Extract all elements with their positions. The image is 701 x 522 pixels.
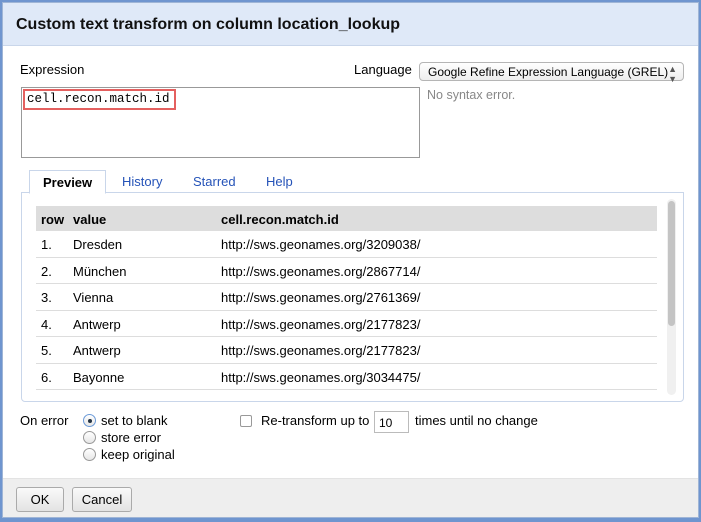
on-error-label: On error [20, 413, 69, 428]
row-value: Antwerp [73, 343, 121, 358]
language-selected: Google Refine Expression Language (GREL) [428, 65, 669, 79]
row-result: http://sws.geonames.org/2761369/ [221, 290, 421, 305]
retransform-suffix: times until no change [415, 413, 538, 428]
scrollbar-thumb[interactable] [668, 201, 675, 326]
row-result: http://sws.geonames.org/3034475/ [221, 369, 421, 385]
radio-keep-original[interactable] [83, 448, 96, 461]
row-result: http://sws.geonames.org/3209038/ [221, 237, 421, 252]
syntax-status: No syntax error. [427, 88, 516, 102]
option-set-to-blank: set to blank [101, 413, 168, 428]
row-result: http://sws.geonames.org/2867714/ [221, 263, 421, 279]
dialog-title: Custom text transform on column location… [16, 16, 401, 33]
radio-set-to-blank[interactable] [83, 414, 96, 427]
preview-table: row value cell.recon.match.id 1. Dresden h… [36, 206, 657, 390]
radio-store-error[interactable] [83, 431, 96, 444]
tab-help[interactable]: Help [266, 170, 293, 194]
dialog-footer: OK Cancel [3, 478, 698, 517]
language-label: Language [354, 62, 412, 77]
table-row: 2. München http://sws.geonames.org/2867714… [36, 258, 657, 284]
header-value: value [73, 212, 107, 227]
table-row: 4. Antwerp http://sws.geonames.org/2177823… [36, 311, 657, 337]
row-value: Bayonne [73, 369, 125, 385]
row-result: http://sws.geonames.org/2177823/ [221, 316, 421, 332]
table-row: 3. Vienna http://sws.geonames.org/2761369/ [36, 284, 657, 311]
row-value: Antwerp [73, 316, 121, 332]
table-row: 5. Antwerp http://sws.geonames.org/2177823… [36, 337, 657, 364]
language-select[interactable]: Google Refine Expression Language (GREL)… [419, 62, 684, 84]
row-number: 2. [41, 263, 52, 279]
table-row: 6. Bayonne http://sws.geonames.org/3034475… [36, 364, 657, 390]
dialog-header: Custom text transform on column location… [3, 3, 698, 46]
row-value: München [73, 263, 127, 279]
table-row: 1. Dresden http://sws.geonames.org/3209038… [36, 231, 657, 258]
row-number: 5. [41, 343, 52, 358]
row-value: Dresden [73, 237, 123, 252]
preview-panel: row value cell.recon.match.id 1. Dresden h… [21, 192, 684, 402]
expression-text: cell.recon.match.id [23, 89, 176, 110]
select-arrows-icon: ▲ ▼ [668, 64, 677, 84]
option-store-error: store error [101, 430, 161, 445]
cancel-button[interactable]: Cancel [72, 487, 132, 512]
ok-button[interactable]: OK [16, 487, 64, 512]
row-value: Vienna [73, 290, 114, 305]
header-result: cell.recon.match.id [221, 212, 339, 227]
tab-history[interactable]: History [122, 170, 162, 194]
row-number: 4. [41, 316, 52, 332]
expression-input[interactable]: cell.recon.match.id [21, 87, 420, 158]
transform-dialog: Custom text transform on column location… [2, 2, 699, 518]
row-number: 3. [41, 290, 52, 305]
option-keep-original: keep original [101, 447, 175, 462]
retransform-count-input[interactable]: 10 [374, 411, 409, 433]
table-header: row value cell.recon.match.id [36, 206, 657, 231]
expression-label: Expression [20, 62, 85, 77]
tab-starred[interactable]: Starred [193, 170, 236, 194]
row-result: http://sws.geonames.org/2177823/ [221, 343, 421, 358]
header-row: row [41, 212, 65, 227]
preview-scrollbar[interactable] [667, 199, 676, 395]
retransform-checkbox[interactable] [240, 415, 252, 427]
row-number: 1. [41, 237, 52, 252]
retransform-label: Re-transform up to [261, 413, 370, 428]
row-number: 6. [41, 369, 52, 385]
tab-preview[interactable]: Preview [29, 170, 107, 194]
